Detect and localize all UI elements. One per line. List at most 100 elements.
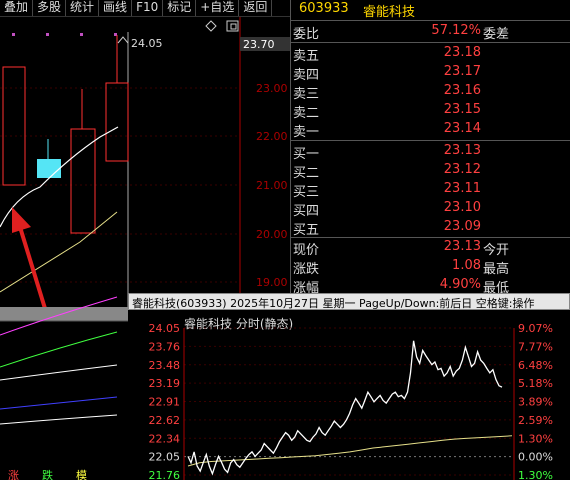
bid-price: 23.09 — [443, 219, 481, 234]
bid-label: 买三 — [293, 185, 320, 200]
stat-value: 4.90% — [439, 277, 481, 292]
high-marker-label: 24.05 — [131, 37, 163, 50]
price-tick-label: 21.76 — [149, 469, 181, 480]
y-tick: 19.00 — [256, 276, 288, 289]
bid-row[interactable]: 买三 23.11 — [291, 180, 570, 200]
ask-price: 23.18 — [443, 45, 481, 60]
overlay-button[interactable]: 叠加 — [0, 0, 34, 16]
intraday-title: 睿能科技(603933) 2025年10月27日 星期一 PageUp/Down… — [132, 297, 535, 310]
price-tick-label: 22.34 — [149, 432, 181, 445]
back-button[interactable]: 返回 — [239, 0, 273, 16]
quote-panel: 603933 睿能科技 委比 57.12% 委差 卖五 23.18 卖四 23.… — [290, 0, 570, 300]
percent-tick-label: 0.00% — [518, 451, 553, 464]
stat-value: 1.08 — [452, 258, 481, 273]
percent-tick-label: 7.77% — [518, 340, 553, 353]
stock-name: 睿能科技 — [363, 5, 416, 20]
ask-label: 卖五 — [293, 49, 320, 64]
average-price-line — [187, 435, 513, 467]
ask-price: 23.16 — [443, 83, 481, 98]
price-tick-label: 22.91 — [149, 396, 181, 409]
multi-stock-button[interactable]: 多股 — [33, 0, 67, 16]
weicha-label: 委差 — [483, 27, 510, 42]
marker-dot — [80, 33, 83, 36]
bid-price: 23.10 — [443, 200, 481, 215]
mark-button[interactable]: 标记 — [163, 0, 197, 16]
stat-value: 23.13 — [443, 239, 481, 254]
percent-tick-label: 5.18% — [518, 377, 553, 390]
indicator-white-line-2 — [0, 414, 118, 425]
intraday-window[interactable]: 睿能科技(603933) 2025年10月27日 星期一 PageUp/Down… — [128, 293, 570, 480]
high-marker-icon — [117, 36, 129, 44]
percent-tick-label: 2.59% — [518, 414, 553, 427]
bid-row[interactable]: 买一 23.13 — [291, 142, 570, 162]
stock-code: 603933 — [299, 1, 349, 16]
f10-button[interactable]: F10 — [132, 0, 164, 16]
candle — [70, 128, 96, 234]
candle — [2, 66, 26, 186]
quote-header: 603933 睿能科技 — [291, 0, 570, 20]
price-tick-label: 24.05 — [149, 322, 181, 335]
indicator-blue-line — [0, 396, 118, 410]
legend-fall: 跌 — [42, 468, 53, 480]
ask-row[interactable]: 卖一 23.14 — [291, 120, 570, 140]
y-tick: 20.00 — [256, 228, 288, 241]
bid-row[interactable]: 买四 23.10 — [291, 199, 570, 219]
stat-label: 涨跌 — [293, 262, 320, 277]
stat-suffix: 最高 — [483, 262, 510, 277]
ask-row[interactable]: 卖五 23.18 — [291, 44, 570, 64]
marker-dot — [12, 33, 15, 36]
ask-price: 23.14 — [443, 121, 481, 136]
ask-row[interactable]: 卖三 23.16 — [291, 82, 570, 102]
price-tick-label: 23.19 — [149, 377, 181, 390]
intraday-chart[interactable]: 24.05 9.07% 23.76 7.77% 23.48 6.48% 23.19 5.18%… — [128, 310, 570, 480]
ask-label: 卖三 — [293, 87, 320, 102]
weibi-label: 委比 — [293, 27, 320, 42]
current-price-value: 23.70 — [243, 38, 275, 51]
ask-row[interactable]: 卖二 23.15 — [291, 101, 570, 121]
candle — [105, 82, 129, 162]
bid-price: 23.13 — [443, 143, 481, 158]
toolbar: 叠加 多股 统计 画线 F10 标记 +自选 返回 — [0, 0, 290, 17]
bid-row[interactable]: 买五 23.09 — [291, 218, 570, 238]
y-tick: 23.00 — [256, 82, 288, 95]
bid-price: 23.12 — [443, 162, 481, 177]
percent-tick-label: 1.30% — [518, 469, 553, 480]
marker-dot — [46, 33, 49, 36]
bid-label: 买一 — [293, 147, 320, 162]
bid-price: 23.11 — [443, 181, 481, 196]
ask-label: 卖二 — [293, 106, 320, 121]
price-tick-label: 22.62 — [149, 414, 181, 427]
legend-rise: 涨 — [8, 469, 19, 480]
price-tick-label: 23.48 — [149, 359, 181, 372]
ask-label: 卖一 — [293, 125, 320, 140]
ask-price: 23.17 — [443, 64, 481, 79]
arrow-annotation — [18, 226, 49, 316]
divider — [291, 42, 570, 43]
y-tick: 22.00 — [256, 130, 288, 143]
draw-line-button[interactable]: 画线 — [99, 0, 133, 16]
candle — [37, 159, 61, 178]
restore-window-icon[interactable] — [226, 20, 239, 32]
add-watchlist-button[interactable]: +自选 — [196, 0, 240, 16]
divider — [291, 140, 570, 141]
statistics-button[interactable]: 统计 — [66, 0, 100, 16]
weibi-value: 57.12% — [431, 23, 481, 38]
bid-label: 买四 — [293, 204, 320, 219]
diamond-icon[interactable] — [205, 20, 217, 32]
percent-tick-label: 6.48% — [518, 359, 553, 372]
bid-label: 买二 — [293, 166, 320, 181]
panel-separator[interactable] — [0, 307, 130, 321]
price-tick-label: 23.76 — [149, 340, 181, 353]
intraday-title-bar[interactable]: 睿能科技(603933) 2025年10月27日 星期一 PageUp/Down… — [128, 293, 570, 310]
stat-row: 涨跌 1.08 最高 — [291, 257, 570, 277]
arrow-head — [12, 207, 31, 233]
indicator-green-line — [0, 331, 118, 368]
ask-row[interactable]: 卖四 23.17 — [291, 63, 570, 83]
percent-tick-label: 3.89% — [518, 396, 553, 409]
bid-row[interactable]: 买二 23.12 — [291, 161, 570, 181]
price-tick-label: 22.05 — [149, 451, 181, 464]
divider — [291, 20, 570, 21]
stat-label: 现价 — [293, 243, 320, 258]
stat-row: 现价 23.13 今开 — [291, 238, 570, 258]
bid-label: 买五 — [293, 223, 320, 238]
